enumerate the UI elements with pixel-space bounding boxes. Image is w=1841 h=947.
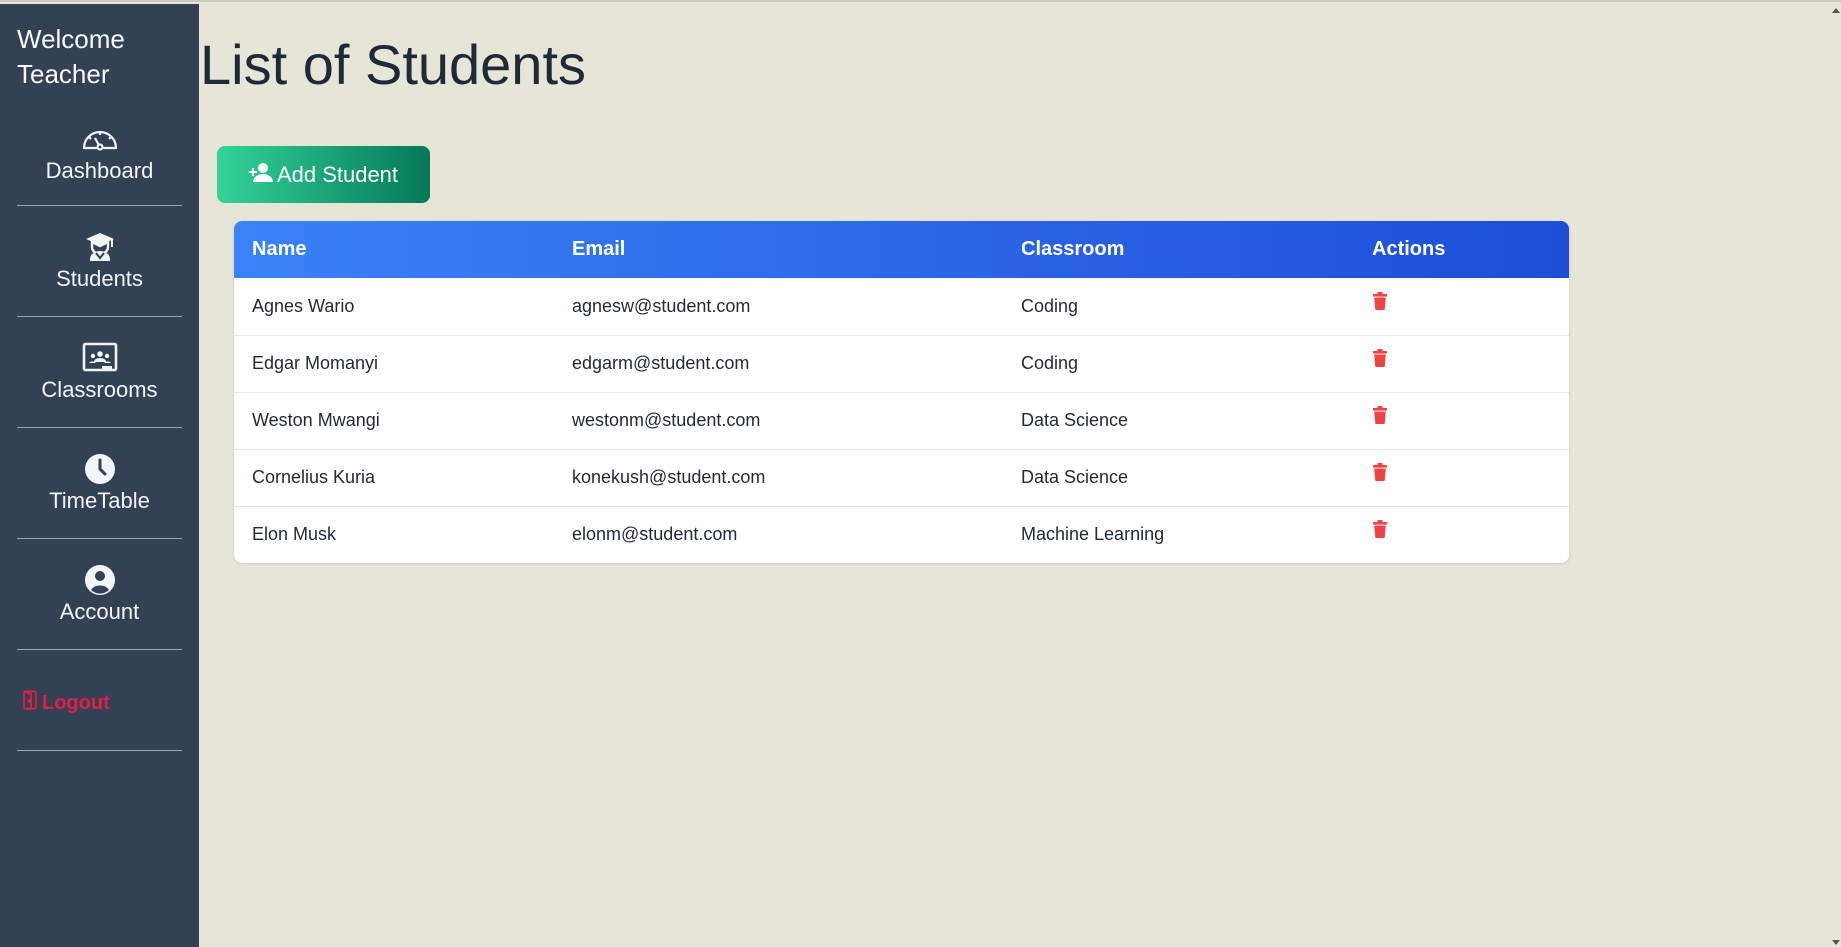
row-actions bbox=[1354, 334, 1569, 392]
sidebar-item-label: Classrooms bbox=[41, 377, 158, 402]
page-title: List of Students bbox=[200, 33, 587, 96]
student-name: Weston Mwangi bbox=[234, 391, 554, 449]
students-table: Name Email Classroom Actions Agnes Wario… bbox=[234, 221, 1569, 563]
sidebar-item-label: TimeTable bbox=[49, 488, 150, 513]
sidebar: Welcome Teacher Dashboard Students Class… bbox=[0, 4, 199, 947]
sidebar-item-classrooms[interactable]: Classrooms bbox=[17, 341, 182, 428]
student-email: konekush@student.com bbox=[554, 448, 1003, 506]
delete-trash-icon[interactable] bbox=[1372, 406, 1388, 429]
student-email: agnesw@student.com bbox=[572, 295, 751, 316]
student-classroom: Data Science bbox=[1003, 391, 1354, 449]
scroll-up-icon[interactable] bbox=[1832, 8, 1840, 13]
table-row: Elon Musk elonm@student.com Machine Lear… bbox=[234, 505, 1569, 563]
student-email: westonm@student.com bbox=[554, 391, 1003, 449]
sidebar-item-label: Account bbox=[59, 599, 140, 624]
logout-label: Logout bbox=[42, 691, 110, 714]
student-name: Elon Musk bbox=[234, 505, 554, 563]
student-classroom: Coding bbox=[1021, 295, 1079, 316]
logout-button[interactable]: Logout bbox=[22, 690, 110, 716]
column-header-name: Name bbox=[252, 238, 307, 260]
delete-trash-icon[interactable] bbox=[1372, 520, 1388, 543]
row-actions bbox=[1354, 278, 1569, 335]
row-actions bbox=[1354, 448, 1569, 506]
student-classroom: Data Science bbox=[1003, 448, 1354, 506]
table-row: Edgar Momanyi edgarm@student.com Coding bbox=[234, 334, 1569, 392]
dashboard-gauge-icon bbox=[80, 122, 120, 156]
add-student-button[interactable]: Add Student bbox=[217, 146, 430, 203]
table-row: Cornelius Kuria konekush@student.com Dat… bbox=[234, 448, 1569, 506]
delete-trash-icon[interactable] bbox=[1372, 463, 1388, 486]
column-header-actions: Actions bbox=[1372, 238, 1446, 260]
student-email: edgarm@student.com bbox=[554, 334, 1003, 392]
scroll-down-icon[interactable] bbox=[1832, 940, 1840, 945]
column-header-classroom: Classroom bbox=[1021, 238, 1125, 260]
column-header-email: Email bbox=[572, 238, 626, 260]
student-classroom: Coding bbox=[1003, 334, 1354, 392]
delete-trash-icon[interactable] bbox=[1372, 291, 1388, 315]
page-scrollbar[interactable] bbox=[1830, 4, 1841, 947]
student-email: elonm@student.com bbox=[554, 505, 1003, 563]
sidebar-item-label: Dashboard bbox=[45, 158, 154, 183]
clock-icon bbox=[80, 452, 120, 486]
sidebar-title: Welcome Teacher bbox=[17, 24, 125, 89]
sidebar-item-label: Students bbox=[56, 266, 143, 291]
student-graduate-icon bbox=[80, 230, 120, 264]
table-header-row: Name Email Classroom Actions bbox=[234, 221, 1569, 278]
user-plus-icon bbox=[248, 161, 273, 189]
student-name: Cornelius Kuria bbox=[234, 448, 554, 506]
sidebar-item-timetable[interactable]: TimeTable bbox=[17, 452, 182, 539]
table-row: Weston Mwangi westonm@student.com Data S… bbox=[234, 391, 1569, 449]
sidebar-item-students[interactable]: Students bbox=[17, 230, 182, 317]
delete-trash-icon[interactable] bbox=[1372, 349, 1388, 372]
student-name: Agnes Wario bbox=[252, 295, 355, 316]
logout-section: Logout bbox=[17, 644, 182, 751]
student-name: Edgar Momanyi bbox=[234, 334, 554, 392]
student-classroom: Machine Learning bbox=[1003, 505, 1354, 563]
sidebar-item-dashboard[interactable]: Dashboard bbox=[17, 122, 182, 206]
add-student-label: Add Student bbox=[276, 161, 399, 187]
row-actions bbox=[1354, 505, 1569, 563]
row-actions bbox=[1354, 391, 1569, 449]
table-row: Agnes Wario agnesw@student.com Coding bbox=[234, 278, 1569, 335]
door-icon bbox=[22, 690, 38, 716]
sidebar-item-account[interactable]: Account bbox=[17, 563, 182, 650]
user-circle-icon bbox=[80, 563, 120, 597]
classroom-board-icon bbox=[80, 341, 120, 375]
